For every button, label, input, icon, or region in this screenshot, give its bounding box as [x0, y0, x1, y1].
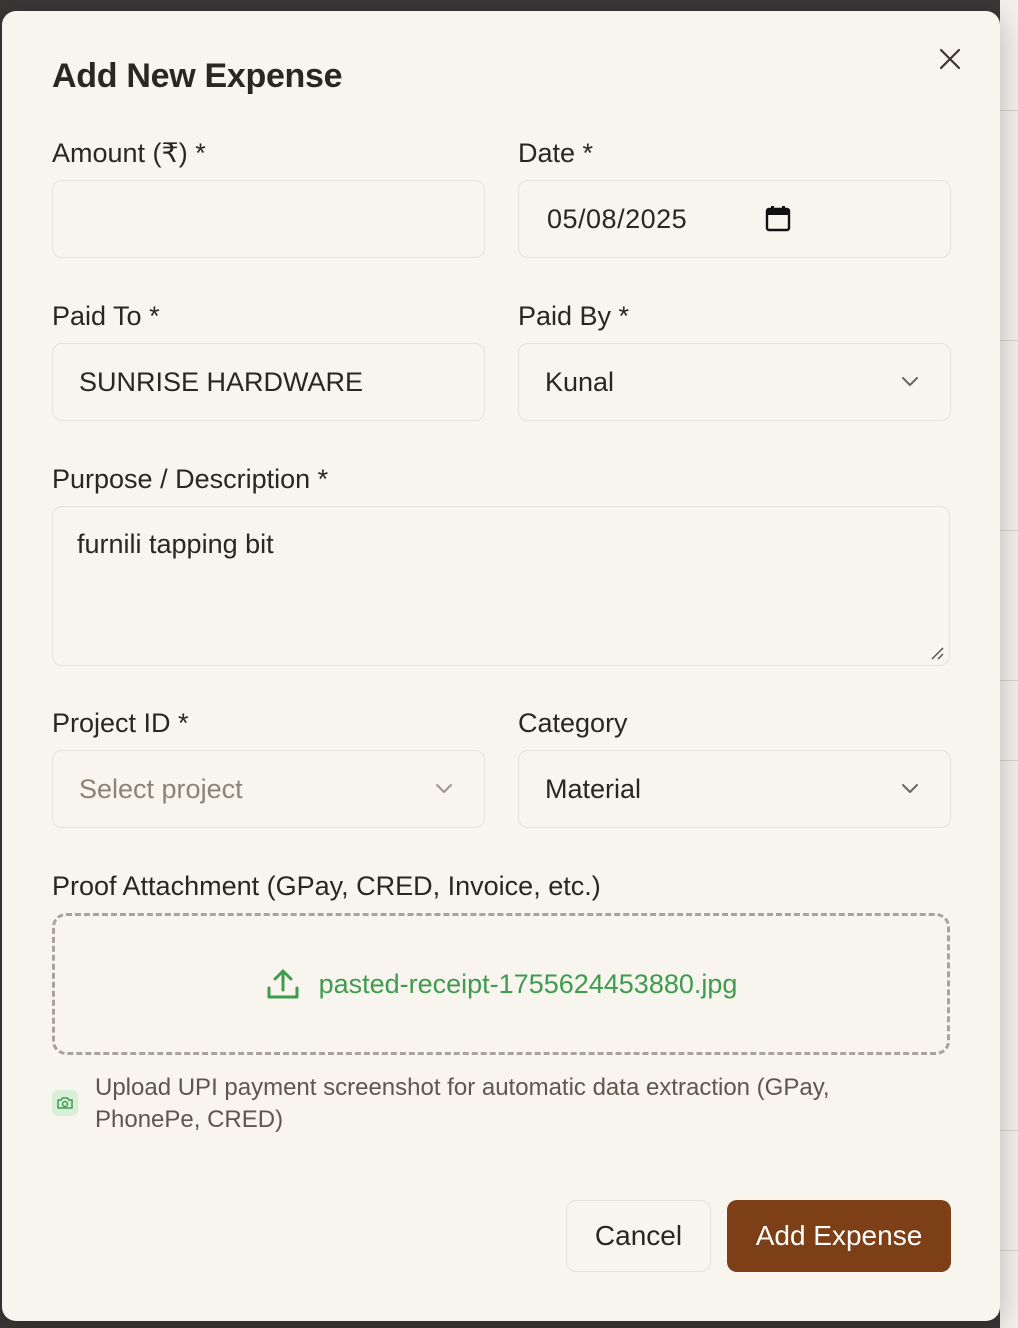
close-button[interactable] [934, 43, 966, 75]
paid-by-value: Kunal [545, 366, 615, 397]
category-label: Category [518, 708, 628, 738]
proof-attachment-label: Proof Attachment (GPay, CRED, Invoice, e… [52, 871, 601, 901]
amount-field[interactable] [52, 180, 485, 258]
add-expense-button[interactable]: Add Expense [727, 1200, 951, 1272]
project-id-label: Project ID * [52, 708, 189, 738]
amount-input[interactable] [79, 203, 458, 235]
background-page [1000, 0, 1018, 1328]
category-value: Material [545, 773, 642, 804]
cancel-button[interactable]: Cancel [566, 1200, 711, 1272]
amount-label: Amount (₹) * [52, 138, 206, 168]
date-field[interactable]: 05/08/2025 [518, 180, 951, 258]
resize-handle-icon[interactable] [929, 645, 945, 661]
add-expense-dialog: Add New Expense Amount (₹) * Date * 05/0… [2, 11, 1000, 1321]
dialog-title: Add New Expense [52, 57, 343, 95]
description-textarea[interactable]: furnili tapping bit [52, 506, 950, 666]
paid-to-label: Paid To * [52, 301, 160, 331]
upload-hint-text: Upload UPI payment screenshot for automa… [95, 1074, 830, 1133]
description-value: furnili tapping bit [77, 529, 274, 559]
description-label: Purpose / Description * [52, 464, 329, 494]
date-value: 05/08/2025 [547, 203, 688, 234]
chevron-down-icon [902, 377, 918, 386]
chevron-down-icon [902, 784, 918, 793]
attached-file-name: pasted-receipt-1755624453880.jpg [318, 968, 738, 999]
proof-upload-dropzone[interactable]: pasted-receipt-1755624453880.jpg [52, 913, 950, 1055]
category-select[interactable]: Material [518, 750, 951, 828]
chevron-down-icon [436, 784, 452, 793]
calendar-icon[interactable] [765, 205, 791, 233]
paid-by-select[interactable]: Kunal [518, 343, 951, 421]
upload-icon [267, 969, 299, 999]
close-icon [939, 48, 961, 70]
date-label: Date * [518, 138, 594, 168]
camera-icon [52, 1090, 78, 1116]
paid-to-input[interactable] [79, 366, 458, 398]
project-id-select[interactable]: Select project [52, 750, 485, 828]
paid-to-field[interactable] [52, 343, 485, 421]
project-id-placeholder: Select project [79, 773, 243, 804]
paid-by-label: Paid By * [518, 301, 630, 331]
